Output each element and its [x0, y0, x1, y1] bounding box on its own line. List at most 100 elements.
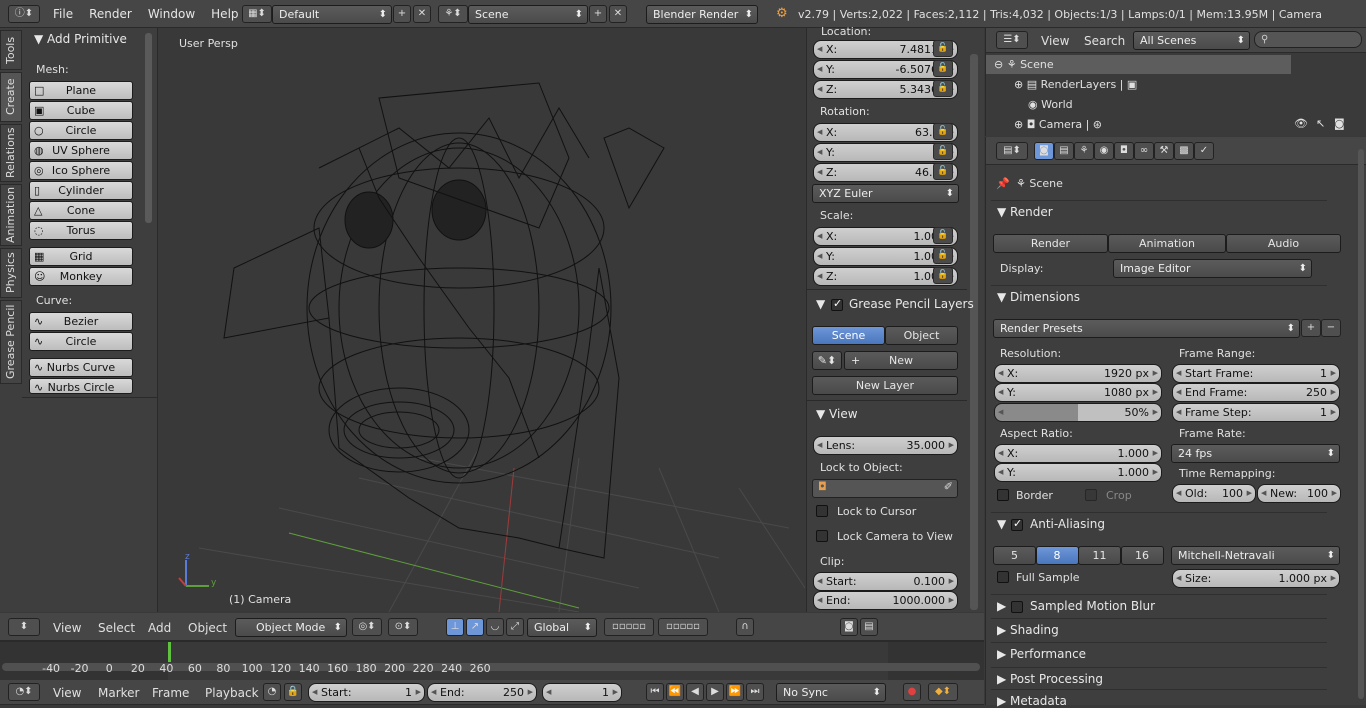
add-layout-icon[interactable]: +	[393, 5, 411, 23]
start-frame-field[interactable]: Start: 1	[308, 683, 425, 702]
gp-scene-button[interactable]: Scene	[812, 326, 885, 345]
remove-scene-icon[interactable]: ✕	[609, 5, 627, 23]
add-torus-button[interactable]: ◌ Torus	[29, 221, 133, 240]
render-presets-selector[interactable]: Render Presets	[993, 319, 1300, 338]
menu-help[interactable]: Help	[203, 0, 246, 28]
scale-y-lock-icon[interactable]: 🔓	[933, 247, 953, 264]
data-tab-icon[interactable]: ▩	[1174, 142, 1194, 160]
add-nurbs-curve-button[interactable]: ∿ Nurbs Curve	[29, 358, 133, 377]
remove-layout-icon[interactable]: ✕	[413, 5, 431, 23]
display-selector[interactable]: Image Editor	[1113, 259, 1312, 278]
add-cube-button[interactable]: ▣ Cube	[29, 101, 133, 120]
start-frame-field[interactable]: Start Frame: 1	[1172, 364, 1340, 383]
add-primitive-header[interactable]: ▼ Add Primitive	[34, 32, 127, 46]
properties-scrollbar[interactable]	[1358, 149, 1364, 699]
manipulator-toggle-icon[interactable]: ⊥	[446, 618, 464, 636]
clip-end-field[interactable]: End: 1000.000	[813, 591, 958, 610]
frame-step-field[interactable]: Frame Step: 1	[1172, 403, 1340, 422]
gp-new-layer-button[interactable]: New Layer	[812, 376, 958, 395]
old-field[interactable]: Old: 100	[1172, 484, 1256, 503]
lock-camera-checkbox[interactable]	[816, 530, 828, 542]
timeline-area[interactable]	[0, 641, 984, 680]
layout-icon[interactable]: ▦⬍	[242, 5, 272, 23]
outliner-world[interactable]: ◉ World	[1028, 98, 1073, 111]
scene-icon[interactable]: ⚘⬍	[438, 5, 468, 23]
aa-samples-8-button[interactable]: 8	[1035, 546, 1079, 565]
current-frame-field[interactable]: 1	[542, 683, 622, 702]
outliner-filter[interactable]: All Scenes	[1133, 31, 1250, 50]
rot-y-lock-icon[interactable]: 🔓	[933, 143, 953, 160]
add-curve-circle-button[interactable]: ∿ Circle	[29, 332, 133, 351]
tab-animation[interactable]: Animation	[0, 184, 22, 246]
layout-selector[interactable]: Default	[272, 5, 392, 24]
lock-object-field[interactable]: ◘ ✐	[812, 479, 958, 498]
render-tab-icon[interactable]: ◙	[1034, 142, 1054, 160]
tl-marker-menu[interactable]: Marker	[98, 686, 139, 700]
outliner-search-menu[interactable]: Search	[1084, 34, 1125, 48]
tab-grease-pencil[interactable]: Grease Pencil	[0, 300, 22, 384]
rot-x-lock-icon[interactable]: 🔓	[933, 123, 953, 140]
scale-x-lock-icon[interactable]: 🔓	[933, 227, 953, 244]
render-button[interactable]: Render	[993, 234, 1108, 253]
add-ico-sphere-button[interactable]: ◎ Ico Sphere	[29, 161, 133, 180]
loc-z-lock-icon[interactable]: 🔓	[933, 80, 953, 97]
crop-checkbox[interactable]	[1085, 489, 1097, 501]
lock-range-icon[interactable]: 🔒	[284, 683, 302, 701]
orientation-selector[interactable]: Global	[527, 618, 597, 637]
object-tab-icon[interactable]: ◘	[1114, 142, 1134, 160]
tl-playback-menu[interactable]: Playback	[205, 686, 259, 700]
add-bezier-button[interactable]: ∿ Bezier	[29, 312, 133, 331]
info-editor-icon[interactable]: ⓘ⬍	[8, 5, 40, 23]
gp-brush-icon[interactable]: ✎⬍	[812, 351, 842, 370]
scale-icon[interactable]: ⤢	[506, 618, 524, 636]
aa-size-field[interactable]: Size: 1.000 px	[1172, 569, 1340, 588]
select-menu[interactable]: Select	[98, 621, 135, 635]
anim-render-icon[interactable]: ▤	[860, 618, 878, 636]
motion-blur-section-checkbox[interactable]	[1011, 601, 1023, 613]
grease-pencil-header[interactable]: ▼	[816, 297, 825, 311]
world-tab-icon[interactable]: ◉	[1094, 142, 1114, 160]
loc-x-lock-icon[interactable]: 🔓	[933, 40, 953, 57]
menu-render[interactable]: Render	[81, 0, 140, 28]
end-frame-field[interactable]: End Frame: 250	[1172, 383, 1340, 402]
grease-pencil-checkbox[interactable]	[831, 297, 843, 311]
tl-frame-menu[interactable]: Frame	[152, 686, 189, 700]
layers-grid-1[interactable]: ▫▫▫▫▫	[604, 618, 654, 636]
jump-start-icon[interactable]: ⏮	[646, 683, 664, 701]
layers-grid-2[interactable]: ▫▫▫▫▫	[658, 618, 708, 636]
sync-selector[interactable]: No Sync	[776, 683, 886, 702]
rotate-icon[interactable]: ◡	[486, 618, 504, 636]
add-circle-button[interactable]: ○ Circle	[29, 121, 133, 140]
scene-tab-icon[interactable]: ⚘	[1074, 142, 1094, 160]
tab-tools[interactable]: Tools	[0, 30, 22, 70]
translate-icon[interactable]: ↗	[466, 618, 484, 636]
render-icon[interactable]: ◙	[840, 618, 858, 636]
add-uv-sphere-button[interactable]: ◍ UV Sphere	[29, 141, 133, 160]
new-field[interactable]: New: 100	[1257, 484, 1341, 503]
outliner-editor-icon[interactable]: ☰⬍	[996, 31, 1028, 49]
properties-editor-icon[interactable]: ▤⬍	[996, 142, 1028, 160]
add-grid-button[interactable]: ▦ Grid	[29, 247, 133, 266]
add-preset-icon[interactable]: +	[1301, 319, 1321, 337]
dimensions-section-header[interactable]: ▼	[997, 290, 1006, 304]
eyedropper-icon[interactable]: ✐	[944, 480, 953, 493]
constraints-tab-icon[interactable]: ∞	[1134, 142, 1154, 160]
gp-object-button[interactable]: Object	[885, 326, 958, 345]
timeline-editor-icon[interactable]: ◔⬍	[8, 683, 40, 701]
performance-section-header[interactable]: ▶	[997, 647, 1006, 661]
aa-samples-11-button[interactable]: 11	[1078, 546, 1121, 565]
aa-filter-selector[interactable]: Mitchell-Netravali	[1171, 546, 1340, 565]
res-x-field[interactable]: X: 1920 px	[994, 364, 1162, 383]
fps-selector[interactable]: 24 fps	[1171, 444, 1340, 463]
aa-samples-5-button[interactable]: 5	[993, 546, 1036, 565]
snap-icon[interactable]: ∩	[736, 618, 754, 636]
shading-icon[interactable]: ◎⬍	[352, 618, 382, 636]
renderable-camera-icon[interactable]: ◙	[1334, 117, 1345, 130]
scale-z-lock-icon[interactable]: 🔓	[933, 267, 953, 284]
anti-aliasing-section-checkbox[interactable]	[1011, 517, 1023, 531]
visibility-eye-icon[interactable]: 👁	[1294, 117, 1308, 130]
rotation-mode-selector[interactable]: XYZ Euler	[812, 184, 959, 203]
tab-physics[interactable]: Physics	[0, 248, 22, 298]
tab-create[interactable]: Create	[0, 72, 22, 122]
shading-section-header[interactable]: ▶	[997, 623, 1006, 637]
